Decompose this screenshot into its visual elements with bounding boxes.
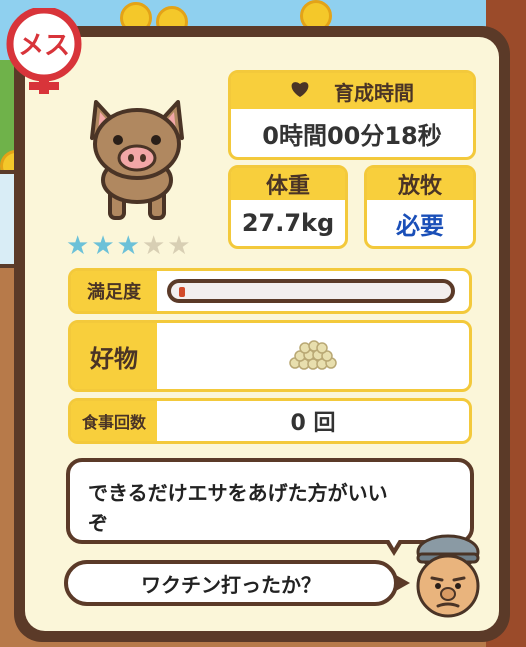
heart-icon xyxy=(290,79,310,103)
raising-time-value: 0時間00分18秒 xyxy=(262,121,442,150)
speech-bubble-tail xyxy=(394,574,410,592)
star-empty-icon: ★ xyxy=(141,231,166,261)
favorite-label: 好物 xyxy=(71,323,157,389)
rating-stars: ★ ★ ★ ★ ★ xyxy=(66,233,191,259)
feed-pellets-icon xyxy=(285,337,341,375)
weight-label: 体重 xyxy=(231,168,345,200)
favorite-food-row: 好物 xyxy=(68,320,472,392)
meal-count-row: 食事回数 0 回 xyxy=(68,398,472,444)
speech-text-vaccine: ワクチン打ったか？ xyxy=(141,572,321,597)
female-gender-badge: メス xyxy=(4,6,84,96)
grazing-label: 放牧 xyxy=(367,168,473,200)
grazing-box: 放牧 必要 xyxy=(364,165,476,249)
star-empty-icon: ★ xyxy=(167,231,191,261)
star-filled-icon: ★ xyxy=(116,231,140,261)
raising-time-header: 育成時間 xyxy=(231,73,473,109)
meal-count-label: 食事回数 xyxy=(71,401,157,441)
speech-text-feed-advice: できるだけエサをあげた方がいい ぞ xyxy=(88,481,388,535)
speech-bubble-vaccine[interactable]: ワクチン打ったか？ xyxy=(64,560,398,606)
satisfaction-bar-fill xyxy=(179,287,185,297)
raising-time-label: 育成時間 xyxy=(334,80,414,105)
raising-time-box: 育成時間 0時間00分18秒 xyxy=(228,70,476,160)
grazing-value: 必要 xyxy=(396,211,444,240)
pig-character-icon xyxy=(78,92,196,230)
gender-label: メス xyxy=(18,31,70,61)
weight-box: 体重 27.7kg xyxy=(228,165,348,249)
speech-bubble-tail-inner xyxy=(388,538,400,548)
satisfaction-bar xyxy=(167,279,455,303)
weight-value: 27.7kg xyxy=(241,209,335,237)
satisfaction-row: 満足度 xyxy=(68,268,472,314)
satisfaction-label: 満足度 xyxy=(71,271,157,311)
star-filled-icon: ★ xyxy=(91,231,115,261)
meal-count-value: 0 回 xyxy=(290,411,336,436)
farmer-avatar-icon xyxy=(410,530,486,620)
star-filled-icon: ★ xyxy=(66,231,90,261)
